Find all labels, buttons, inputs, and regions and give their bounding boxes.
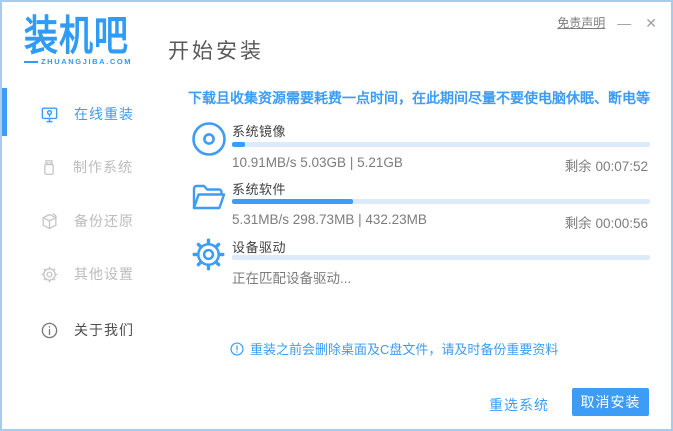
disclaimer-link[interactable]: 免责声明 — [557, 14, 605, 31]
task-stats: 5.31MB/s 298.73MB | 432.23MB — [232, 212, 427, 227]
backup-restore-icon — [40, 212, 59, 231]
app-logo: 装机吧 ZHUANGJIBA.COM — [24, 12, 144, 66]
backup-warning: 重装之前会删除桌面及C盘文件，请及时备份重要资料 — [230, 339, 558, 358]
progress-bar-system-software — [232, 199, 650, 204]
titlebar-controls: 免责声明 — ✕ — [557, 14, 659, 31]
logo-brand-text: 装机吧 — [24, 13, 129, 60]
sidebar-item-label: 关于我们 — [74, 322, 134, 338]
download-notice: 下载且收集资源需要耗费一点时间，在此期间尽量不要使电脑休眠、断电等 — [188, 90, 650, 106]
sidebar-item-make-system[interactable]: 制作系统 — [40, 157, 133, 177]
folder-icon — [190, 180, 226, 219]
sidebar-item-about-us[interactable]: 关于我们 — [40, 320, 134, 340]
cancel-install-button[interactable]: 取消安装 — [572, 388, 649, 416]
progress-fill — [232, 142, 245, 147]
sidebar-item-online-reinstall[interactable]: 在线重装 — [40, 104, 134, 124]
task-name: 系统软件 — [232, 182, 287, 197]
task-stats: 10.91MB/s 5.03GB | 5.21GB — [232, 155, 403, 170]
gear-icon — [190, 236, 227, 278]
sidebar-item-label: 在线重装 — [74, 106, 134, 122]
task-remaining-time: 剩余 00:07:52 — [564, 159, 648, 174]
exclamation-circle-icon — [230, 341, 244, 356]
sidebar-active-indicator — [2, 88, 7, 136]
installer-window: 装机吧 ZHUANGJIBA.COM 开始安装 免责声明 — ✕ 在线重装 制作… — [0, 0, 673, 431]
close-button[interactable]: ✕ — [643, 16, 659, 30]
sidebar-item-other-settings[interactable]: 其他设置 — [40, 264, 134, 284]
sidebar-item-label: 制作系统 — [73, 159, 133, 175]
minimize-button[interactable]: — — [615, 16, 633, 30]
sidebar-item-label: 备份还原 — [74, 213, 134, 229]
task-status-text: 正在匹配设备驱动... — [232, 271, 352, 286]
info-icon — [40, 321, 59, 340]
task-name: 系统镜像 — [232, 124, 287, 139]
backup-warning-text: 重装之前会删除桌面及C盘文件，请及时备份重要资料 — [250, 342, 559, 357]
sidebar-item-backup-restore[interactable]: 备份还原 — [40, 211, 134, 231]
task-remaining-time: 剩余 00:00:56 — [564, 216, 648, 231]
gear-icon — [40, 265, 59, 284]
progress-fill — [232, 199, 354, 204]
monitor-reinstall-icon — [40, 105, 59, 124]
reselect-system-button[interactable]: 重选系统 — [489, 395, 549, 415]
sidebar-item-label: 其他设置 — [74, 266, 134, 282]
progress-bar-device-driver — [232, 255, 650, 260]
progress-bar-system-image — [232, 142, 650, 147]
disc-icon — [190, 120, 228, 163]
usb-drive-icon — [40, 158, 58, 177]
page-title: 开始安装 — [168, 40, 264, 63]
task-name: 设备驱动 — [232, 240, 287, 255]
